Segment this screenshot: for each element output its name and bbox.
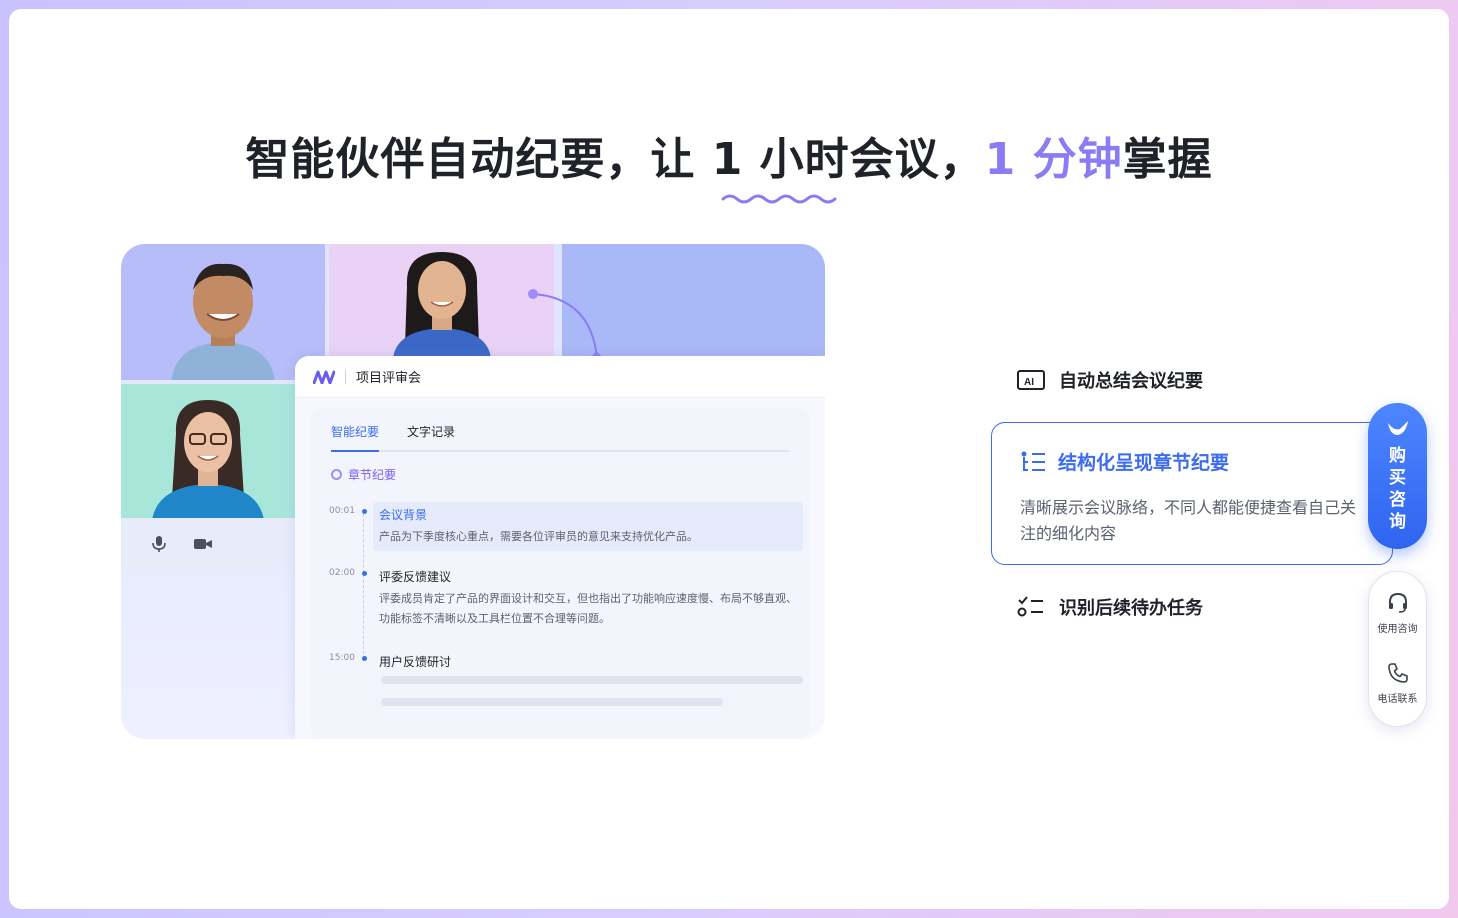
placeholder-line	[381, 698, 723, 706]
headline-part2: 会议，	[849, 134, 985, 185]
connector-line-icon	[528, 289, 601, 364]
structure-list-icon	[1021, 451, 1045, 471]
tab-bar: 智能纪要 文字记录	[331, 420, 789, 452]
phone-contact-button[interactable]: 电话联系	[1369, 662, 1426, 705]
participant-avatar	[152, 400, 264, 518]
headline: 智能伙伴自动纪要，让 1 小时 会议，1 分钟掌握	[9, 123, 1449, 204]
svg-text:AI: AI	[1024, 377, 1034, 388]
phone-icon	[1387, 663, 1408, 683]
timeline-dot	[362, 571, 367, 576]
chapter-title: 会议背景	[379, 508, 428, 522]
chapter-item[interactable]: 02:00 评委反馈建议 评委成员肯定了产品的界面设计和交互，但也指出了功能响应…	[329, 564, 803, 634]
chapter-desc: 评委成员肯定了产品的界面设计和交互，但也指出了功能响应速度慢、布局不够直观、功能…	[379, 592, 797, 625]
placeholder-line	[381, 676, 803, 684]
call-controls	[121, 518, 295, 570]
chapter-ring-icon	[331, 469, 342, 480]
feature-auto-summary[interactable]: AI 自动总结会议纪要	[1017, 367, 1203, 393]
divider	[345, 369, 346, 384]
feature-todo[interactable]: 识别后续待办任务	[1017, 594, 1203, 620]
feature-desc: 清晰展示会议脉络，不同人都能便捷查看自己关注的细化内容	[1020, 498, 1357, 543]
video-tile-woman-2	[121, 384, 295, 518]
app-logo-icon	[313, 370, 335, 384]
chapter-time: 02:00	[329, 568, 355, 578]
video-tile-man	[121, 244, 325, 380]
microphone-icon[interactable]	[149, 534, 169, 554]
feature-title: 结构化呈现章节纪要	[1058, 452, 1230, 474]
chapter-item[interactable]: 00:01 会议背景 产品为下季度核心重点，需要各位评审员的意见来支持优化产品。	[329, 502, 803, 552]
headline-part1: 智能伙伴自动纪要，让	[245, 134, 712, 185]
chapter-title: 用户反馈研讨	[379, 655, 452, 669]
camera-icon[interactable]	[193, 534, 213, 554]
page-frame: 智能伙伴自动纪要，让 1 小时 会议，1 分钟掌握 项目评审会 智能纪要 文字记…	[9, 9, 1449, 909]
panel-title: 项目评审会	[356, 371, 422, 386]
chapter-desc: 产品为下季度核心重点，需要各位评审员的意见来支持优化产品。	[379, 530, 698, 543]
meeting-illustration: 项目评审会 智能纪要 文字记录 章节纪要 00:01 会议背景 产品为下季度核心…	[121, 244, 825, 739]
headline-part3: 掌握	[1122, 134, 1213, 185]
feature-card-structured[interactable]: 结构化呈现章节纪要 清晰展示会议脉络，不同人都能便捷查看自己关注的细化内容	[991, 422, 1393, 565]
chapter-time: 00:01	[329, 506, 355, 516]
panel-header: 项目评审会	[295, 356, 825, 398]
chapter-heading: 章节纪要	[331, 466, 396, 483]
brand-bird-icon	[1387, 421, 1408, 435]
chapter-time: 15:00	[329, 653, 355, 663]
minutes-panel: 项目评审会 智能纪要 文字记录 章节纪要 00:01 会议背景 产品为下季度核心…	[295, 356, 825, 739]
chapter-item[interactable]: 15:00 用户反馈研讨	[329, 649, 803, 673]
usage-consult-button[interactable]: 使用咨询	[1369, 592, 1426, 635]
tab-smart-minutes[interactable]: 智能纪要	[331, 420, 380, 452]
headline-underlined: 1 小时	[712, 123, 850, 204]
help-widget: 使用咨询 电话联系	[1368, 571, 1427, 727]
tab-transcript[interactable]: 文字记录	[407, 420, 455, 450]
chapter-title: 评委反馈建议	[379, 570, 452, 584]
participant-avatar	[392, 252, 491, 356]
timeline-dot	[362, 509, 367, 514]
minutes-card: 智能纪要 文字记录 章节纪要 00:01 会议背景 产品为下季度核心重点，需要各…	[311, 408, 809, 739]
headline-accent: 1 分钟	[984, 134, 1123, 185]
ai-icon: AI	[1017, 370, 1045, 390]
todo-list-icon	[1017, 596, 1043, 617]
participant-avatar	[171, 263, 275, 380]
headset-icon	[1388, 592, 1407, 613]
buy-consult-button[interactable]: 购 买 咨 询	[1368, 403, 1427, 549]
wavy-underline-icon	[721, 194, 837, 204]
timeline-dot	[362, 656, 367, 661]
video-tile-empty	[562, 244, 825, 356]
